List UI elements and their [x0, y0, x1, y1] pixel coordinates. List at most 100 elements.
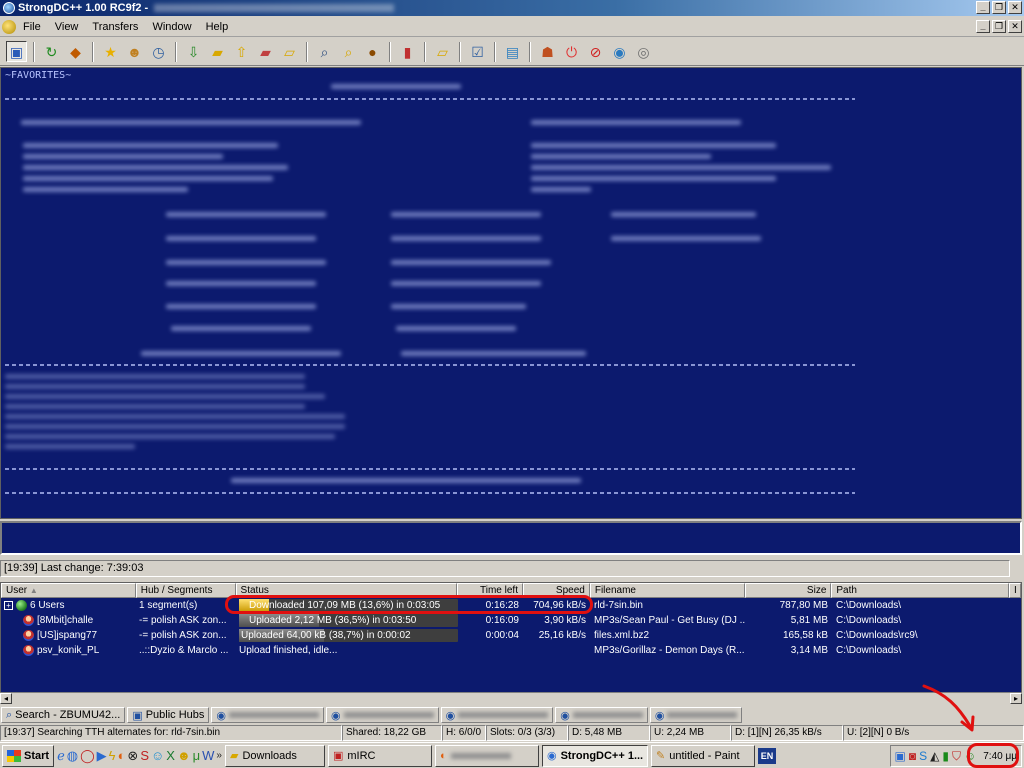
menu-file[interactable]: File — [16, 21, 48, 33]
column-extra[interactable]: I — [1009, 583, 1021, 598]
excel-icon[interactable]: X — [166, 748, 175, 763]
expand-icon[interactable]: + — [4, 601, 13, 610]
chat-line-blurred — [391, 304, 526, 309]
transfer-row[interactable]: + 6 Users 1 segment(s) Downloaded 107,09… — [1, 598, 1021, 613]
chat-input[interactable] — [0, 521, 1022, 555]
column-filename[interactable]: Filename — [589, 583, 745, 598]
public-hubs-icon[interactable]: ▣ — [6, 41, 27, 62]
mdi-window-buttons: _ ❐ ✕ — [976, 20, 1022, 33]
skype-tray-icon[interactable]: S — [919, 749, 927, 763]
open-folder-icon[interactable]: ▱ — [279, 41, 300, 62]
chat-line-blurred — [5, 374, 305, 379]
globe-icon[interactable]: ◉ — [609, 41, 630, 62]
column-speed[interactable]: Speed — [522, 583, 590, 598]
ie-icon[interactable]: ℯ — [57, 748, 65, 764]
column-time-left[interactable]: Time left — [457, 583, 523, 598]
mdi-close-button[interactable]: ✕ — [1008, 20, 1022, 33]
recent-hubs-icon[interactable]: ◷ — [148, 41, 169, 62]
menu-help[interactable]: Help — [199, 21, 236, 33]
chat-line-blurred — [5, 434, 335, 439]
volume-icon[interactable]: ◭ — [930, 749, 939, 763]
task-firefox[interactable]: ◐ — [434, 744, 539, 767]
task-strongdc[interactable]: ◉ StrongDC++ 1... — [541, 744, 648, 767]
upload-queue-icon[interactable]: ⇧ — [231, 41, 252, 62]
tab-hub-blurred[interactable]: ◉ — [649, 707, 743, 723]
menu-window[interactable]: Window — [145, 21, 198, 33]
column-path[interactable]: Path — [831, 583, 1010, 598]
user-tray-icon[interactable]: ☺ — [964, 749, 976, 763]
language-indicator[interactable]: EN — [757, 747, 776, 764]
messenger-icon[interactable]: ☻ — [177, 748, 191, 763]
opera-icon[interactable]: ◯ — [80, 748, 95, 764]
menu-view[interactable]: View — [48, 21, 86, 33]
task-downloads[interactable]: ▰ Downloads — [224, 744, 325, 767]
tab-public-hubs[interactable]: ▣ Public Hubs — [127, 707, 210, 723]
transfers-list[interactable]: User ▲ Hub / Segments Status Time left S… — [0, 582, 1022, 704]
firefox-icon[interactable]: ◐ — [118, 748, 126, 763]
winamp-icon[interactable]: ϟ — [109, 748, 116, 763]
search-spy-icon[interactable]: ● — [362, 41, 383, 62]
start-button[interactable]: Start — [2, 744, 55, 767]
finished-icon[interactable]: ▰ — [207, 41, 228, 62]
favorite-hubs-icon[interactable]: ★ — [100, 41, 121, 62]
transfer-row[interactable]: psv_konik_PL ..::Dyzio & Marclo ... Uplo… — [1, 643, 1021, 658]
menu-transfers[interactable]: Transfers — [85, 21, 145, 33]
open-filelist-icon[interactable]: ▱ — [432, 41, 453, 62]
reconnect-icon[interactable]: ↻ — [41, 41, 62, 62]
minimize-button[interactable]: _ — [976, 1, 990, 14]
title-bar[interactable]: StrongDC++ 1.00 RC9f2 - _ ❐ ✕ — [0, 0, 1024, 16]
transfers-horizontal-scrollbar[interactable]: ◂ ▸ — [0, 692, 1022, 704]
network-stats-icon[interactable]: ▮ — [397, 41, 418, 62]
scroll-right-icon[interactable]: ▸ — [1010, 693, 1022, 704]
scroll-left-icon[interactable]: ◂ — [0, 693, 12, 704]
msn-icon[interactable]: ☺ — [151, 748, 164, 763]
disconnect-icon[interactable]: ⏻ — [561, 41, 582, 62]
task-mirc[interactable]: ▣ mIRC — [327, 744, 432, 767]
limiter-icon[interactable]: ⊘ — [585, 41, 606, 62]
users-icon[interactable]: ☗ — [537, 41, 558, 62]
meter-icon[interactable]: ▮ — [942, 749, 949, 763]
outlook-icon[interactable]: ◍ — [67, 748, 78, 764]
network-icon[interactable]: ▣ — [895, 749, 906, 763]
queue-icon[interactable]: ⇩ — [183, 41, 204, 62]
follow-redirect-icon[interactable]: ◆ — [65, 41, 86, 62]
mdi-child-icon[interactable] — [2, 19, 16, 34]
column-status[interactable]: Status — [235, 583, 458, 598]
settings-icon[interactable]: ☑ — [467, 41, 488, 62]
notepad-icon[interactable]: ▤ — [502, 41, 523, 62]
mdi-restore-button[interactable]: ❐ — [992, 20, 1006, 33]
favorite-users-icon[interactable]: ☻ — [124, 41, 145, 62]
chat-line-blurred — [5, 424, 345, 429]
more-icon[interactable]: » — [216, 750, 222, 761]
nero-icon[interactable]: ⊗ — [127, 748, 138, 764]
tab-hub-blurred[interactable]: ◉ — [211, 707, 325, 723]
restore-button[interactable]: ❐ — [992, 1, 1006, 14]
tab-search[interactable]: ⌕ Search - ZBUMU42... — [1, 707, 126, 723]
tab-hub-blurred[interactable]: ◉ — [440, 707, 554, 723]
skype-icon[interactable]: S — [140, 748, 149, 763]
search-icon[interactable]: ⌕ — [314, 41, 335, 62]
column-user[interactable]: User ▲ — [1, 583, 136, 598]
tab-hub-blurred[interactable]: ◉ — [326, 707, 439, 723]
hub-chat-area[interactable]: ~FAVORITES~ — [0, 67, 1022, 519]
transfer-row[interactable]: [US]jspang77 -= polish ASK zon... Upload… — [1, 628, 1021, 643]
task-paint[interactable]: ✎ untitled - Paint — [650, 744, 755, 767]
status-uploaded: U: 2,24 MB — [650, 725, 731, 741]
column-size[interactable]: Size — [744, 583, 832, 598]
clock[interactable]: 7:40 μμ — [983, 751, 1017, 762]
firewall-icon[interactable]: ⛉ — [952, 749, 961, 764]
finished-uploads-icon[interactable]: ▰ — [255, 41, 276, 62]
column-hub-segments[interactable]: Hub / Segments — [135, 583, 236, 598]
antivirus-icon[interactable]: ◙ — [909, 749, 916, 763]
close-button[interactable]: ✕ — [1008, 1, 1022, 14]
strongdc-app-icon[interactable] — [3, 2, 15, 14]
media-player-icon[interactable]: ▶ — [97, 748, 107, 764]
sound-icon[interactable]: ◎ — [633, 41, 654, 62]
utorrent-icon[interactable]: μ — [193, 748, 201, 763]
mdi-minimize-button[interactable]: _ — [976, 20, 990, 33]
adl-search-icon[interactable]: ⌕ — [338, 41, 359, 62]
transfer-row[interactable]: [8Mbit]challe -= polish ASK zon... Uploa… — [1, 613, 1021, 628]
word-icon[interactable]: W — [202, 748, 214, 763]
tab-hub-blurred[interactable]: ◉ — [555, 707, 648, 723]
tab-search-label: Search - ZBUMU42... — [15, 709, 121, 721]
